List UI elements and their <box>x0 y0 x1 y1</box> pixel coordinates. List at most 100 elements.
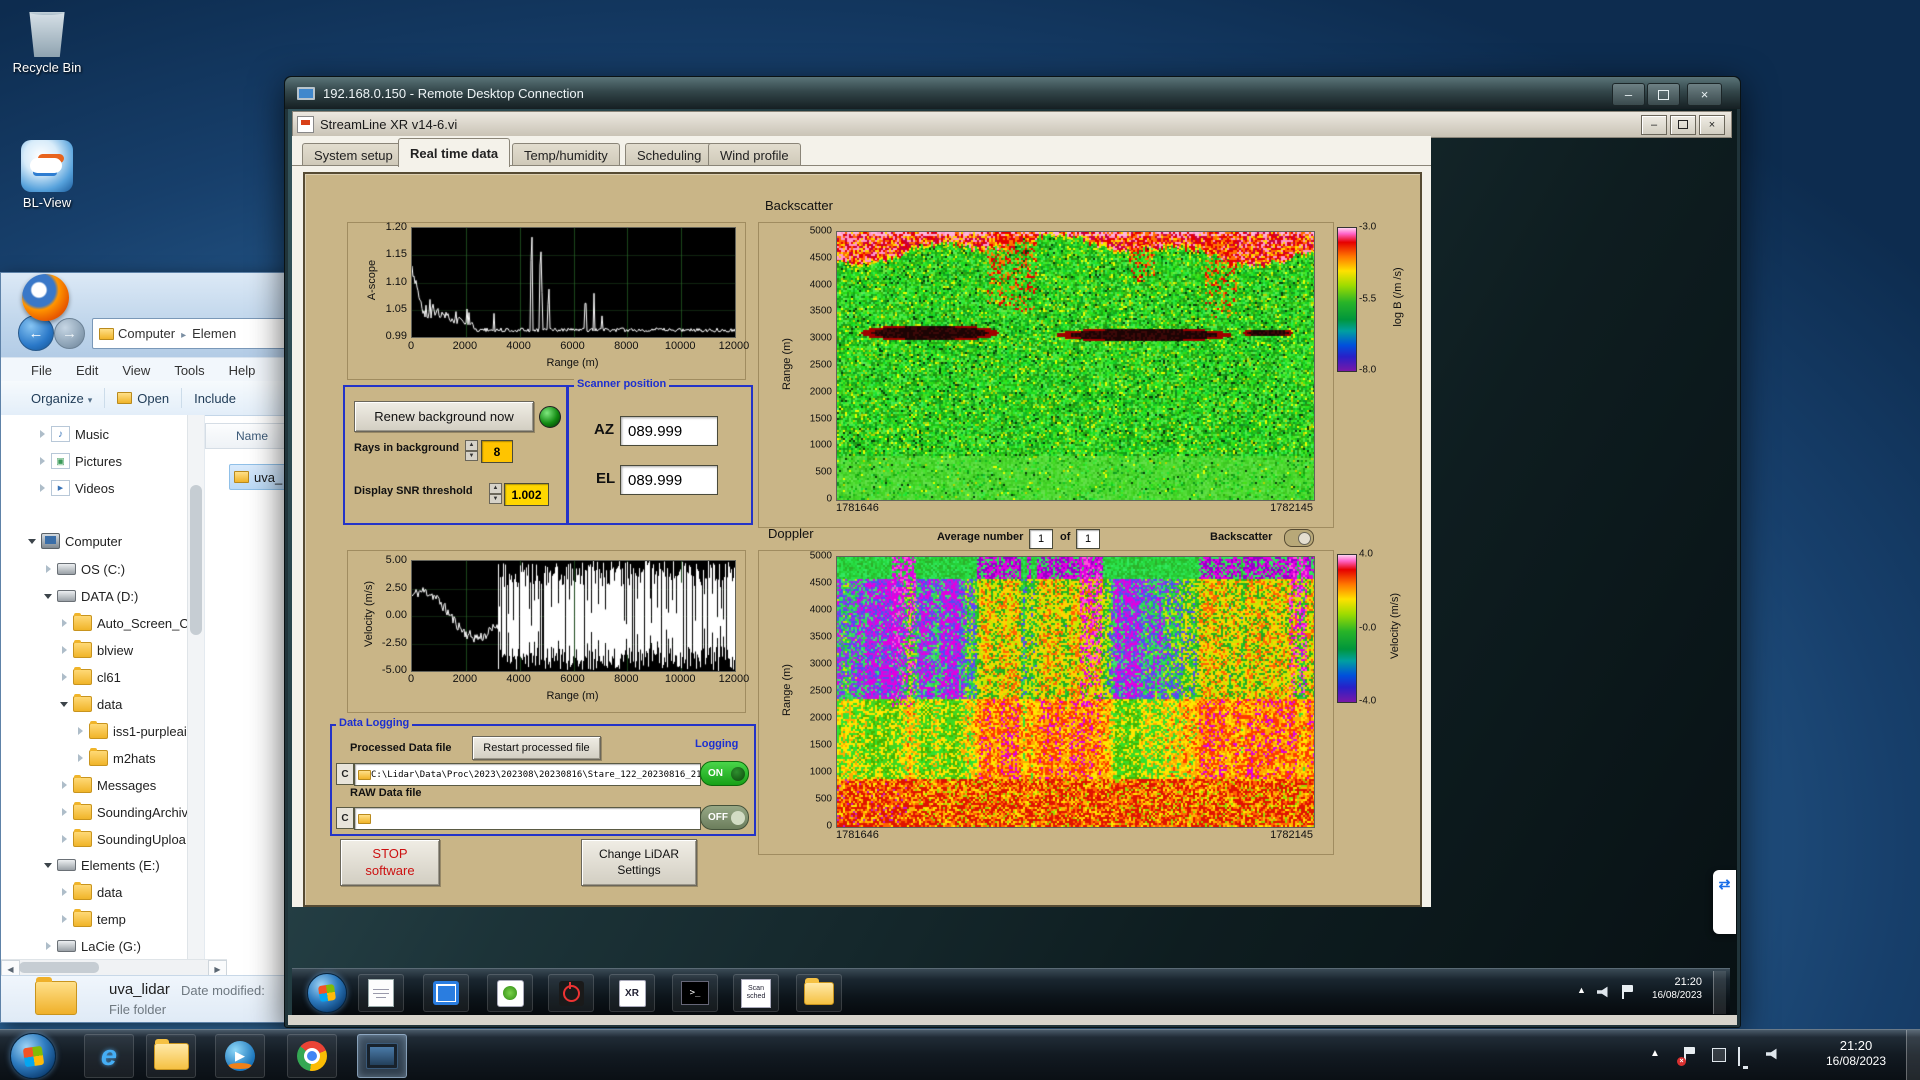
sidebar-item-soundingupload[interactable]: SoundingUploa <box>1 826 245 852</box>
rays-stepper[interactable]: ▲▼ <box>465 440 478 461</box>
tab-real-time-data[interactable]: Real time data <box>398 138 510 167</box>
chevron-right-icon[interactable] <box>59 671 71 683</box>
sidebar-item-m2hats[interactable]: m2hats <box>1 745 261 771</box>
snr-stepper[interactable]: ▲▼ <box>489 483 502 504</box>
az-value-field[interactable]: 089.999 <box>620 416 718 446</box>
remote-scan-sched-button[interactable]: Scan sched <box>733 974 779 1012</box>
taskbar-media-player-button[interactable]: ▶ <box>215 1034 265 1078</box>
remote-hidden-icons-button[interactable]: ▲ <box>1577 985 1586 996</box>
labview-restore-button[interactable] <box>1670 115 1696 135</box>
show-desktop-button[interactable] <box>1906 1030 1920 1080</box>
sidebar-item-messages[interactable]: Messages <box>1 772 245 798</box>
recycle-bin-icon[interactable]: Recycle Bin <box>2 7 92 75</box>
chevron-down-icon[interactable] <box>59 698 71 710</box>
network-icon[interactable] <box>1738 1047 1740 1066</box>
menu-help[interactable]: Help <box>229 363 256 378</box>
average-number-field[interactable]: 1 <box>1029 529 1053 549</box>
breadcrumb-computer[interactable]: Computer <box>118 326 175 341</box>
stop-software-button[interactable]: STOP software <box>340 839 440 886</box>
forward-button[interactable]: → <box>54 318 85 349</box>
remote-clock[interactable]: 21:20 16/08/2023 <box>1640 976 1702 1002</box>
chevron-right-icon[interactable] <box>75 725 87 737</box>
include-button[interactable]: Include <box>194 391 236 406</box>
horizontal-scrollbar[interactable]: ◀ ▶ <box>1 959 227 976</box>
chevron-right-icon[interactable] <box>59 779 71 791</box>
taskbar-rdp-button[interactable] <box>357 1034 407 1078</box>
sidebar-item-cl61[interactable]: cl61 <box>1 664 245 690</box>
open-button[interactable]: Open <box>137 391 169 406</box>
remote-xr-app-button[interactable]: XR <box>609 974 655 1012</box>
chevron-right-icon[interactable] <box>59 886 71 898</box>
sidebar-item-computer[interactable]: Computer <box>1 528 213 554</box>
backscatter-toggle[interactable] <box>1284 529 1314 547</box>
teamviewer-panel-handle[interactable]: ⇄ <box>1713 870 1736 934</box>
taskbar-explorer-button[interactable] <box>146 1034 196 1078</box>
remote-show-desktop-button[interactable] <box>1713 971 1726 1014</box>
rdp-titlebar[interactable]: 192.168.0.150 - Remote Desktop Connectio… <box>285 77 1740 109</box>
sidebar-item-iss1[interactable]: iss1-purpleair- <box>1 718 261 744</box>
restart-processed-file-button[interactable]: Restart processed file <box>472 736 601 760</box>
hidden-icons-button[interactable]: ▲ <box>1650 1048 1660 1061</box>
processed-file-path-field[interactable]: C:\Lidar\Data\Proc\2023\202308\20230816\… <box>354 763 701 786</box>
remote-green-app-button[interactable] <box>487 974 533 1012</box>
processed-logging-toggle[interactable]: ON <box>700 761 749 786</box>
renew-background-button[interactable]: Renew background now <box>354 401 534 432</box>
remote-folder-app-button[interactable] <box>796 974 842 1012</box>
chevron-right-icon[interactable] <box>59 617 71 629</box>
remote-terminal-app-button[interactable]: >_ <box>672 974 718 1012</box>
chevron-right-icon[interactable] <box>59 806 71 818</box>
start-button[interactable] <box>10 1033 56 1079</box>
tray-app-icon[interactable] <box>1712 1048 1726 1062</box>
chevron-down-icon[interactable] <box>43 590 55 602</box>
labview-titlebar[interactable]: StreamLine XR v14-6.vi – × <box>292 111 1732 138</box>
chevron-right-icon[interactable] <box>37 455 49 467</box>
chevron-right-icon[interactable] <box>75 752 87 764</box>
raw-file-path-field[interactable] <box>354 807 701 830</box>
remote-volume-icon[interactable] <box>1597 986 1611 998</box>
sidebar-item-blview[interactable]: blview <box>1 637 245 663</box>
chevron-right-icon[interactable] <box>43 940 55 952</box>
close-button[interactable]: × <box>1687 83 1722 106</box>
tab-temp-humidity[interactable]: Temp/humidity <box>512 143 620 166</box>
sidebar-item-data[interactable]: data <box>1 691 245 717</box>
maximize-button[interactable] <box>1647 83 1680 106</box>
tree-scrollbar[interactable] <box>187 415 204 959</box>
chevron-right-icon[interactable] <box>37 482 49 494</box>
chevron-right-icon[interactable] <box>59 644 71 656</box>
sidebar-item-soundingarchive[interactable]: SoundingArchiv <box>1 799 245 825</box>
breadcrumb-elements[interactable]: Elemen <box>192 326 236 341</box>
chevron-right-icon[interactable] <box>59 833 71 845</box>
organize-button[interactable]: Organize <box>31 391 92 406</box>
sidebar-item-temp[interactable]: temp <box>1 906 245 932</box>
scrollbar-thumb[interactable] <box>19 962 99 973</box>
chevron-down-icon[interactable] <box>43 859 55 871</box>
rays-value-field[interactable]: 8 <box>481 440 513 463</box>
snr-value-field[interactable]: 1.002 <box>504 483 549 506</box>
minimize-button[interactable]: – <box>1612 83 1645 106</box>
menu-file[interactable]: File <box>31 363 52 378</box>
menu-tools[interactable]: Tools <box>174 363 204 378</box>
taskbar-chrome-button[interactable] <box>287 1034 337 1078</box>
clock[interactable]: 21:20 16/08/2023 <box>1808 1038 1904 1069</box>
firefox-icon[interactable] <box>22 274 69 321</box>
remote-power-app-button[interactable] <box>548 974 594 1012</box>
tab-scheduling[interactable]: Scheduling <box>625 143 713 166</box>
chevron-right-icon[interactable] <box>43 563 55 575</box>
chevron-right-icon[interactable] <box>37 428 49 440</box>
bl-view-icon[interactable]: BL-View <box>2 140 92 210</box>
tab-system-setup[interactable]: System setup <box>302 143 405 166</box>
chevron-down-icon[interactable] <box>27 535 39 547</box>
scrollbar-thumb[interactable] <box>190 485 202 635</box>
taskbar-ie-button[interactable]: e <box>84 1034 134 1078</box>
average-count-field[interactable]: 1 <box>1076 529 1100 549</box>
raw-logging-toggle[interactable]: OFF <box>700 805 749 830</box>
el-value-field[interactable]: 089.999 <box>620 465 718 495</box>
volume-icon[interactable] <box>1766 1048 1780 1060</box>
chevron-right-icon[interactable] <box>59 913 71 925</box>
remote-grid-app-button[interactable] <box>423 974 469 1012</box>
remote-notepad-app-button[interactable] <box>358 974 404 1012</box>
address-bar[interactable]: Computer Elemen <box>92 318 302 349</box>
labview-minimize-button[interactable]: – <box>1641 115 1667 135</box>
sidebar-item-data-e[interactable]: data <box>1 879 245 905</box>
remote-start-button[interactable] <box>307 973 347 1013</box>
